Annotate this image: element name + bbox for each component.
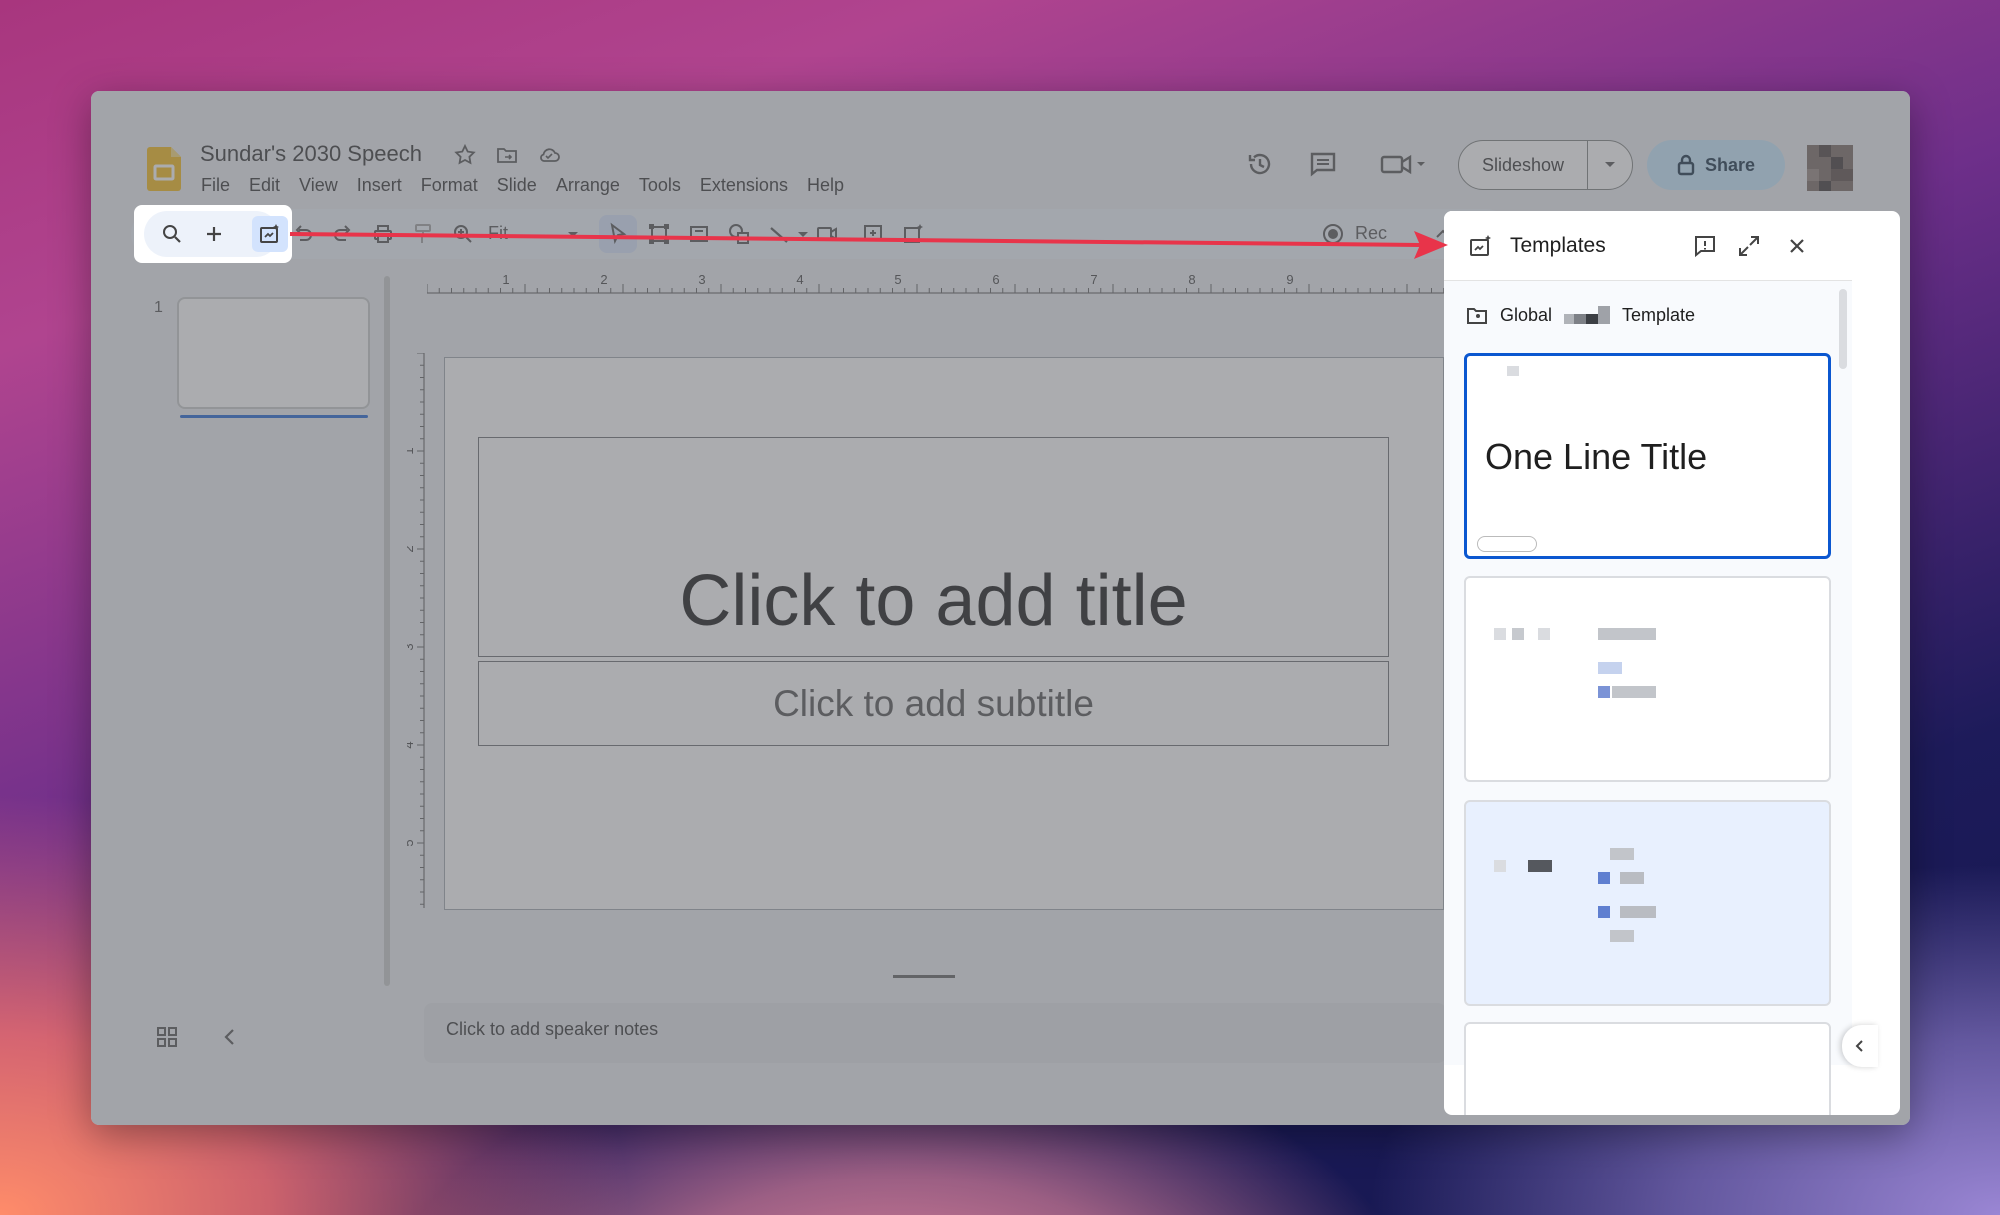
menu-insert[interactable]: Insert [357,175,402,196]
slide-number: 1 [154,299,163,316]
video-icon[interactable] [815,222,839,246]
menu-extensions[interactable]: Extensions [700,175,788,196]
chevron-left-icon [1855,1040,1863,1052]
slideshow-dropdown[interactable] [1588,160,1632,170]
menu-help[interactable]: Help [807,175,844,196]
share-label: Share [1704,154,1756,175]
thumbnail-selection-bar [180,415,368,418]
slides-logo-icon[interactable] [147,147,181,191]
ruler-h-tick-2: 2 [600,272,607,287]
ruler-v-tick-3: 3 [407,643,416,650]
menu-slide[interactable]: Slide [497,175,537,196]
user-avatar[interactable] [1807,145,1853,191]
menu-arrange[interactable]: Arrange [556,175,620,196]
zoom-level[interactable]: Fit [488,223,508,244]
paint-format-icon[interactable] [411,222,435,246]
templates-icon[interactable] [258,222,282,246]
main-toolbar: Fit Rec [131,209,1511,259]
close-icon[interactable] [1784,233,1810,259]
print-icon[interactable] [371,222,395,246]
ruler-h-tick-5: 5 [894,272,901,287]
template-card-2[interactable] [1464,576,1831,782]
menu-tools[interactable]: Tools [639,175,681,196]
templates-panel-title: Templates [1510,234,1606,257]
subtitle-placeholder[interactable]: Click to add subtitle [478,661,1389,746]
menu-edit[interactable]: Edit [249,175,280,196]
ruler-v-tick-1: 1 [407,447,416,454]
shared-folder-icon [1467,307,1487,324]
move-folder-icon[interactable] [495,143,519,167]
cloud-status-icon[interactable] [537,143,561,167]
redacted-breadcrumb-segment [1564,305,1611,324]
template-card-4[interactable] [1464,1022,1831,1115]
ruler-v-tick-4: 4 [407,741,416,748]
insert-comment-icon[interactable] [861,222,885,246]
filmstrip-divider[interactable] [384,276,390,986]
collapse-filmstrip-icon[interactable] [219,1026,241,1048]
meet-camera-icon[interactable] [1379,149,1427,179]
templates-icon [1470,235,1491,256]
select-frame-icon[interactable] [647,222,671,246]
select-cursor-icon[interactable] [606,222,630,246]
template-card-3[interactable] [1464,800,1831,1006]
ruler-h-tick-7: 7 [1090,272,1097,287]
ruler-h-tick-1: 1 [502,272,509,287]
line-dropdown-icon[interactable] [791,222,815,246]
share-button[interactable]: Share [1647,140,1785,190]
feedback-icon[interactable] [1692,233,1718,259]
title-placeholder[interactable]: Click to add title [478,437,1389,657]
shape-icon[interactable] [727,222,751,246]
grid-view-icon[interactable] [156,1026,178,1048]
slide-thumbnail[interactable] [177,297,370,409]
template-card-title: One Line Title [1485,436,1708,477]
slideshow-button[interactable]: Slideshow [1458,140,1633,190]
redo-icon[interactable] [331,222,355,246]
ruler-h-tick-3: 3 [698,272,705,287]
highlighted-toolbar-cluster [134,205,292,263]
document-title[interactable]: Sundar's 2030 Speech [200,141,422,167]
record-icon[interactable] [1321,222,1345,246]
templates-panel-header: Templates [1444,211,1852,281]
comments-icon[interactable] [1308,149,1338,179]
menu-file[interactable]: File [201,175,230,196]
panel-scrollbar[interactable] [1839,289,1847,369]
speaker-notes[interactable]: Click to add speaker notes [424,1003,1446,1063]
ruler-v-tick-5: 5 [407,839,416,846]
collapse-panel-button[interactable] [1842,1025,1878,1067]
undo-icon[interactable] [291,222,315,246]
ruler-v-tick-2: 2 [407,545,416,552]
ai-layout-icon[interactable] [901,222,925,246]
menu-format[interactable]: Format [421,175,478,196]
template-card-one-line-title[interactable]: One Line Title [1464,353,1831,559]
lock-icon [1677,154,1695,176]
title-placeholder-text: Click to add title [679,561,1188,641]
breadcrumb-template[interactable]: Template [1622,305,1695,326]
menu-view[interactable]: View [299,175,338,196]
slideshow-label[interactable]: Slideshow [1459,141,1588,189]
zoom-icon[interactable] [451,222,475,246]
menu-bar: File Edit View Insert Format Slide Arran… [201,175,844,196]
subtitle-placeholder-text: Click to add subtitle [773,682,1094,724]
textbox-icon[interactable] [687,222,711,246]
search-icon[interactable] [160,222,184,246]
zoom-dropdown-icon[interactable] [561,222,585,246]
ruler-h-tick-9: 9 [1286,272,1293,287]
chevron-down-icon [1605,162,1615,167]
line-icon[interactable] [767,222,791,246]
ruler-h-tick-8: 8 [1188,272,1195,287]
vertical-ruler[interactable]: 1 2 3 4 5 [407,353,425,908]
templates-panel: Templates Global Template One Line Title [1444,211,1900,1115]
version-history-icon[interactable] [1245,149,1275,179]
ruler-h-tick-4: 4 [796,272,803,287]
rec-label[interactable]: Rec [1355,223,1387,244]
breadcrumb: Global Template [1466,305,1695,326]
horizontal-ruler[interactable]: 1 2 3 4 5 6 7 8 9 [427,272,1447,294]
star-icon[interactable] [453,143,477,167]
new-slide-plus-icon[interactable] [202,222,226,246]
expand-icon[interactable] [1736,233,1762,259]
breadcrumb-global[interactable]: Global [1500,305,1552,326]
ruler-h-tick-6: 6 [992,272,999,287]
notes-resize-handle[interactable] [893,975,955,978]
